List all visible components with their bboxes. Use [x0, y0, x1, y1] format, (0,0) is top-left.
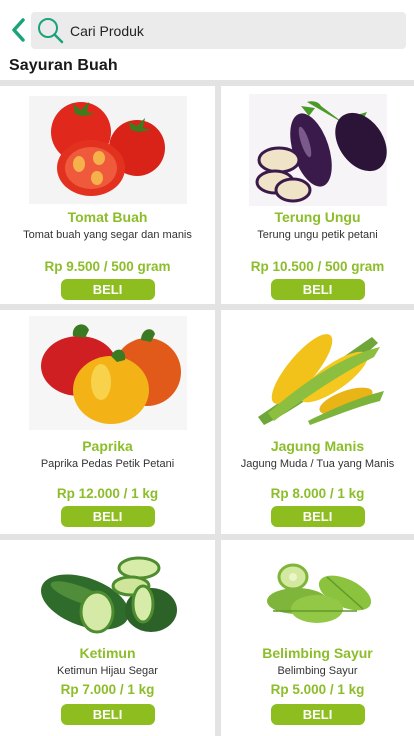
- product-card[interactable]: Terung Ungu Terung ungu petik petani Rp …: [221, 86, 414, 304]
- product-description: Terung ungu petik petani: [257, 229, 378, 241]
- product-description: Belimbing Sayur: [277, 665, 358, 677]
- search-icon: [35, 16, 65, 46]
- search-input[interactable]: Cari Produk: [70, 23, 144, 39]
- eggplant-image: [221, 94, 414, 206]
- search-bar[interactable]: Cari Produk: [31, 12, 406, 49]
- product-description: Paprika Pedas Petik Petani: [40, 458, 175, 470]
- product-card[interactable]: Paprika Paprika Pedas Petik Petani Rp 12…: [0, 310, 215, 534]
- cucumber-image: [0, 544, 215, 644]
- product-price: Rp 8.000 / 1 kg: [270, 486, 365, 501]
- star-fruit-image: [221, 544, 414, 644]
- product-name: Jagung Manis: [270, 438, 365, 454]
- product-description: Jagung Muda / Tua yang Manis: [240, 458, 395, 470]
- product-price: Rp 5.000 / 1 kg: [270, 682, 365, 697]
- product-price: Rp 10.500 / 500 gram: [250, 259, 385, 274]
- product-name: Tomat Buah: [67, 209, 148, 225]
- buy-button[interactable]: BELI: [270, 279, 365, 300]
- product-card[interactable]: Jagung Manis Jagung Muda / Tua yang Mani…: [221, 310, 414, 534]
- page-title: Sayuran Buah: [9, 57, 118, 74]
- buy-button[interactable]: BELI: [270, 506, 365, 527]
- buy-button[interactable]: BELI: [60, 704, 155, 725]
- paprika-image: [0, 314, 215, 432]
- product-name: Paprika: [82, 438, 133, 454]
- product-name: Belimbing Sayur: [262, 645, 373, 661]
- product-name: Ketimun: [79, 645, 136, 661]
- tomato-image: [0, 94, 215, 206]
- product-price: Rp 7.000 / 1 kg: [60, 682, 155, 697]
- product-description: Tomat buah yang segar dan manis: [23, 229, 192, 241]
- product-card[interactable]: Belimbing Sayur Belimbing Sayur Rp 5.000…: [221, 540, 414, 736]
- product-card[interactable]: Tomat Buah Tomat buah yang segar dan man…: [0, 86, 215, 304]
- product-name: Terung Ungu: [274, 209, 361, 225]
- buy-button[interactable]: BELI: [60, 506, 155, 527]
- buy-button[interactable]: BELI: [270, 704, 365, 725]
- product-price: Rp 9.500 / 500 gram: [44, 259, 171, 274]
- back-button[interactable]: [6, 14, 30, 46]
- buy-button[interactable]: BELI: [60, 279, 155, 300]
- product-price: Rp 12.000 / 1 kg: [56, 486, 159, 501]
- chevron-left-icon: [12, 18, 25, 42]
- product-card[interactable]: Ketimun Ketimun Hijau Segar Rp 7.000 / 1…: [0, 540, 215, 736]
- corn-image: [221, 314, 414, 432]
- product-description: Ketimun Hijau Segar: [57, 665, 158, 677]
- top-bar: Cari Produk Sayuran Buah: [0, 0, 414, 80]
